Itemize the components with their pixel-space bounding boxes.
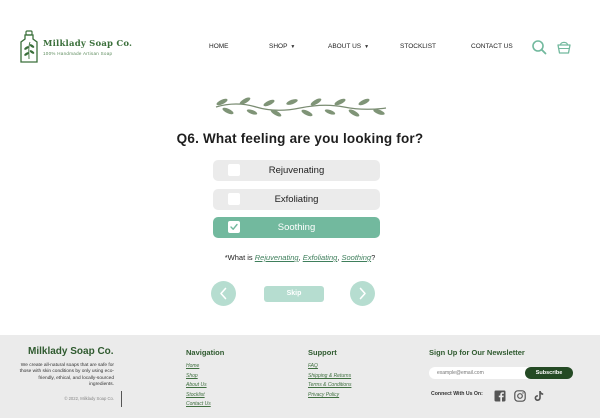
facebook-icon [494, 390, 506, 402]
option-checkbox[interactable] [228, 221, 240, 233]
option-label: Exfoliating [274, 194, 319, 205]
footer-divider [121, 391, 122, 407]
chevron-right-icon [359, 287, 366, 300]
footer-brand: Milklady Soap Co. [28, 346, 114, 357]
link-exfoliating[interactable]: Exfoliating [303, 253, 338, 262]
skip-button[interactable]: Skip [264, 286, 324, 302]
link-rejuvenating[interactable]: Rejuvenating [255, 253, 299, 262]
hint-suffix: ? [371, 253, 376, 262]
chevron-down-icon: ▼ [364, 44, 370, 50]
option-label: Rejuvenating [268, 165, 325, 176]
link-soothing[interactable]: Soothing [341, 253, 371, 262]
footer-link-faq[interactable]: FAQ [308, 362, 351, 372]
main-nav: HOME SHOP ▼ ABOUT US ▼ STOCKLIST CONTACT U… [0, 43, 600, 53]
footer-nav-links: Home Shop About Us Stocklist Contact Us [186, 362, 211, 410]
chevron-left-icon [220, 287, 227, 300]
tiktok-link[interactable] [533, 389, 545, 401]
search-icon [532, 40, 547, 55]
footer-link-privacy[interactable]: Privacy Policy [308, 391, 351, 401]
next-button[interactable] [350, 281, 375, 306]
chevron-down-icon: ▼ [290, 44, 296, 50]
nav-label: CONTACT US [471, 43, 513, 50]
nav-label: SHOP [269, 43, 288, 50]
previous-button[interactable] [211, 281, 236, 306]
facebook-link[interactable] [494, 389, 506, 402]
nav-item-about-us[interactable]: ABOUT US ▼ [328, 43, 369, 50]
footer-link-shipping-returns[interactable]: Shipping & Returns [308, 372, 351, 382]
basket-icon [557, 41, 571, 54]
tiktok-icon [534, 391, 544, 401]
site-header: Milklady Soap Co. 100% Handmade Artisan … [0, 0, 600, 95]
option-exfoliating[interactable]: Exfoliating [213, 189, 380, 210]
option-rejuvenating[interactable]: Rejuvenating [213, 160, 380, 181]
newsletter-email-input[interactable] [429, 367, 539, 379]
footer-link-terms[interactable]: Terms & Conditions [308, 381, 351, 391]
cart-button[interactable] [556, 39, 572, 55]
definitions-hint: *What is Rejuvenating, Exfoliating, Soot… [0, 253, 600, 262]
subscribe-button[interactable]: Subscribe [525, 367, 573, 379]
nav-item-contact-us[interactable]: CONTACT US [471, 43, 513, 50]
nav-item-shop[interactable]: SHOP ▼ [269, 43, 295, 50]
footer-copyright: © 2022, Milklady Soap Co. [64, 396, 114, 401]
nav-item-stocklist[interactable]: STOCKLIST [400, 43, 436, 50]
hint-prefix: *What is [224, 253, 255, 262]
checkmark-icon [230, 223, 238, 230]
newsletter-heading: Sign Up for Our Newsletter [429, 348, 525, 357]
nav-item-home[interactable]: HOME [209, 43, 229, 50]
footer-support-heading: Support [308, 348, 337, 357]
connect-label: Connect With Us On: [431, 391, 483, 397]
leaf-vine-decoration [215, 97, 387, 117]
option-soothing[interactable]: Soothing [213, 217, 380, 238]
instagram-link[interactable] [514, 389, 526, 402]
nav-label: ABOUT US [328, 43, 362, 50]
footer-support-links: FAQ Shipping & Returns Terms & Condition… [308, 362, 351, 400]
footer-nav-heading: Navigation [186, 348, 225, 357]
footer-link-shop[interactable]: Shop [186, 372, 211, 382]
search-button[interactable] [531, 39, 547, 55]
nav-label: HOME [209, 43, 229, 50]
quiz-question: Q6. What feeling are you looking for? [176, 131, 424, 146]
footer-link-contact-us[interactable]: Contact Us [186, 400, 211, 410]
footer-description: We create all-natural soaps that are saf… [19, 363, 114, 388]
footer-link-home[interactable]: Home [186, 362, 211, 372]
instagram-icon [514, 390, 526, 402]
nav-label: STOCKLIST [400, 43, 437, 50]
footer-link-about-us[interactable]: About Us [186, 381, 211, 391]
footer-link-stocklist[interactable]: Stocklist [186, 391, 211, 401]
